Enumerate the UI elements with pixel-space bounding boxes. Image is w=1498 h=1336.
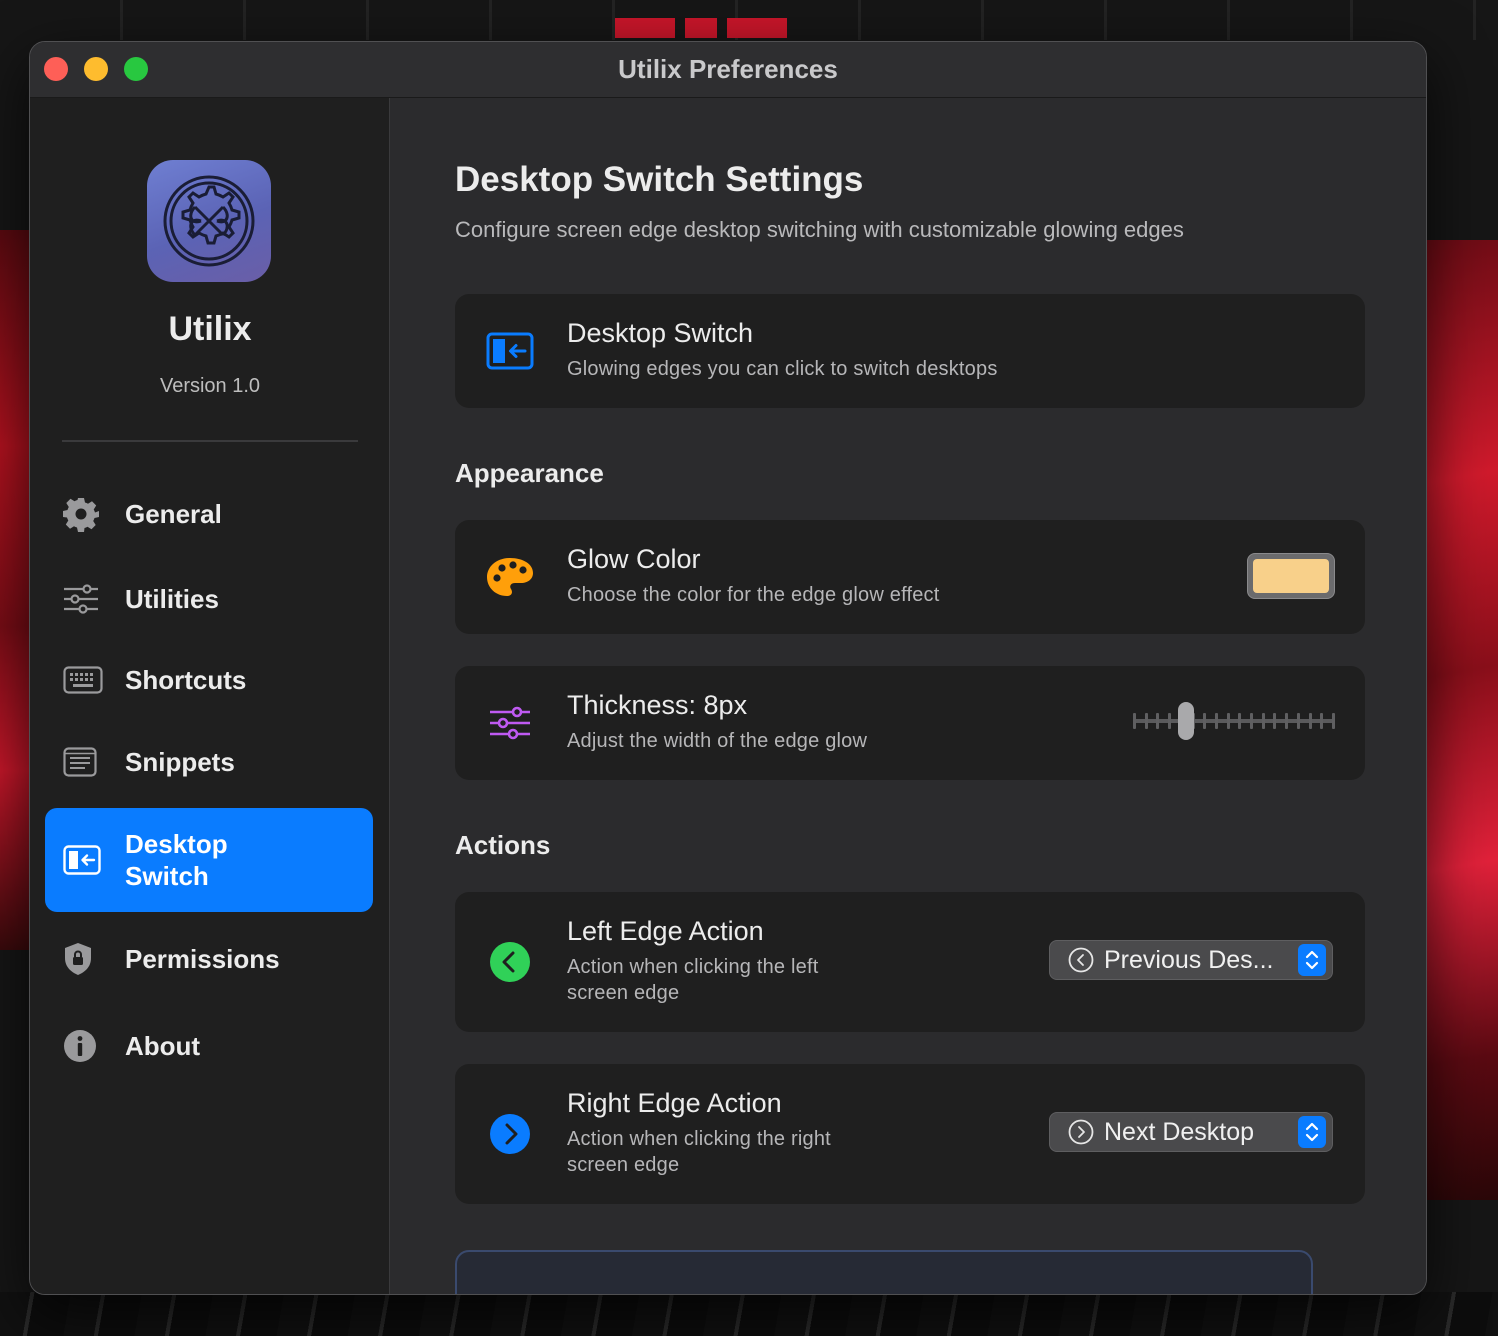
slider-tick xyxy=(1226,713,1230,729)
slider-tick xyxy=(1203,713,1207,729)
sidebar-item-label: Utilities xyxy=(125,584,219,614)
slider-tick xyxy=(1320,713,1324,729)
glow-color-card: Glow Color Choose the color for the edge… xyxy=(455,520,1365,634)
slider-tick xyxy=(1273,713,1277,729)
slider-tick xyxy=(1308,713,1312,729)
feature-card: Desktop Switch Glowing edges you can cli… xyxy=(455,294,1365,408)
slider-tick xyxy=(1168,713,1172,729)
sidebar-item-about[interactable]: About xyxy=(45,1016,373,1076)
left-edge-description: Action when clicking the left screen edg… xyxy=(567,956,819,1004)
sidebar-item-desktop-switch[interactable]: Desktop Switch xyxy=(45,808,373,912)
slider-tick xyxy=(1331,713,1335,729)
sidebar-item-permissions[interactable]: Permissions xyxy=(45,929,373,989)
chevron-left-circle-icon xyxy=(1068,947,1094,973)
desktop-switch-icon xyxy=(485,326,535,376)
actions-section-title: Actions xyxy=(455,830,551,860)
wallpaper-right-art xyxy=(1426,240,1498,1200)
slider-tick xyxy=(1144,713,1148,729)
slider-tick xyxy=(1250,713,1254,729)
sidebar-item-label: Desktop Switch xyxy=(125,829,228,891)
slider-tick xyxy=(1261,713,1265,729)
page-subtitle: Configure screen edge desktop switching … xyxy=(455,217,1184,242)
preferences-window: Utilix Preferences Utilix Version 1.0 Ge… xyxy=(29,41,1427,1295)
color-swatch-fill xyxy=(1253,559,1329,593)
slider-tick xyxy=(1238,713,1242,729)
app-name: Utilix xyxy=(168,310,252,348)
thickness-slider[interactable] xyxy=(1133,700,1335,742)
slider-tick xyxy=(1296,713,1300,729)
sidebar-item-general[interactable]: General xyxy=(45,484,373,544)
wallpaper-stripes xyxy=(615,18,787,38)
sidebar-item-label: Shortcuts xyxy=(125,665,247,695)
sidebar-item-label: General xyxy=(125,499,222,529)
slider-tick xyxy=(1156,713,1160,729)
right-edge-card: Right Edge Action Action when clicking t… xyxy=(455,1064,1365,1204)
right-edge-action-select[interactable]: Next Desktop xyxy=(1049,1112,1333,1152)
sliders-icon xyxy=(63,583,125,615)
thickness-title: Thickness: 8px xyxy=(567,690,748,720)
page-title: Desktop Switch Settings xyxy=(455,160,864,199)
right-edge-title: Right Edge Action xyxy=(567,1088,782,1118)
glow-color-well[interactable] xyxy=(1247,553,1335,599)
left-edge-card: Left Edge Action Action when clicking th… xyxy=(455,892,1365,1032)
slider-tick xyxy=(1285,713,1289,729)
sidebar-item-snippets[interactable]: Snippets xyxy=(45,732,373,792)
sidebar-item-label: About xyxy=(125,1031,201,1061)
desktop-switch-icon xyxy=(63,845,125,875)
sliders-icon xyxy=(485,698,535,748)
appearance-section-title: Appearance xyxy=(455,458,604,488)
left-edge-title: Left Edge Action xyxy=(567,916,764,946)
palette-icon xyxy=(485,552,535,602)
left-edge-selected-value: Previous Des... xyxy=(1104,945,1274,974)
sidebar-item-label: Permissions xyxy=(125,944,280,974)
gear-logo-icon xyxy=(163,175,255,267)
slider-thumb[interactable] xyxy=(1178,702,1194,740)
shield-icon xyxy=(63,942,125,976)
glow-color-description: Choose the color for the edge glow effec… xyxy=(567,584,940,606)
chevron-right-circle-icon xyxy=(485,1109,535,1159)
slider-tick xyxy=(1133,713,1136,729)
sidebar-item-shortcuts[interactable]: Shortcuts xyxy=(45,650,373,710)
gear-icon xyxy=(63,496,125,532)
sidebar: Utilix Version 1.0 General Utilities Sho… xyxy=(30,98,390,1294)
partial-info-card xyxy=(455,1250,1313,1294)
slider-tick xyxy=(1214,713,1218,729)
feature-description: Glowing edges you can click to switch de… xyxy=(567,358,998,380)
keyboard-icon xyxy=(63,666,125,694)
wallpaper-bottom-art xyxy=(0,1292,1498,1336)
app-icon xyxy=(147,160,271,282)
info-icon xyxy=(63,1029,125,1063)
feature-title: Desktop Switch xyxy=(567,318,754,348)
document-icon xyxy=(63,747,125,777)
slider-ticks xyxy=(1133,713,1335,729)
main-content[interactable]: Desktop Switch Settings Configure screen… xyxy=(391,98,1426,1294)
chevron-left-circle-icon xyxy=(485,937,535,987)
window-title: Utilix Preferences xyxy=(618,54,838,84)
left-edge-action-select[interactable]: Previous Des... xyxy=(1049,940,1333,980)
sidebar-item-utilities[interactable]: Utilities xyxy=(45,569,373,629)
app-version: Version 1.0 xyxy=(159,375,261,397)
updown-chevron-icon xyxy=(1298,944,1326,976)
updown-chevron-icon xyxy=(1298,1116,1326,1148)
right-edge-description: Action when clicking the right screen ed… xyxy=(567,1128,831,1176)
thickness-card: Thickness: 8px Adjust the width of the e… xyxy=(455,666,1365,780)
thickness-description: Adjust the width of the edge glow xyxy=(567,730,868,752)
sidebar-divider xyxy=(62,440,358,442)
right-edge-selected-value: Next Desktop xyxy=(1104,1117,1255,1146)
chevron-right-circle-icon xyxy=(1068,1119,1094,1145)
glow-color-title: Glow Color xyxy=(567,544,701,574)
title-bar[interactable]: Utilix Preferences xyxy=(30,42,1426,98)
sidebar-item-label: Snippets xyxy=(125,747,235,777)
